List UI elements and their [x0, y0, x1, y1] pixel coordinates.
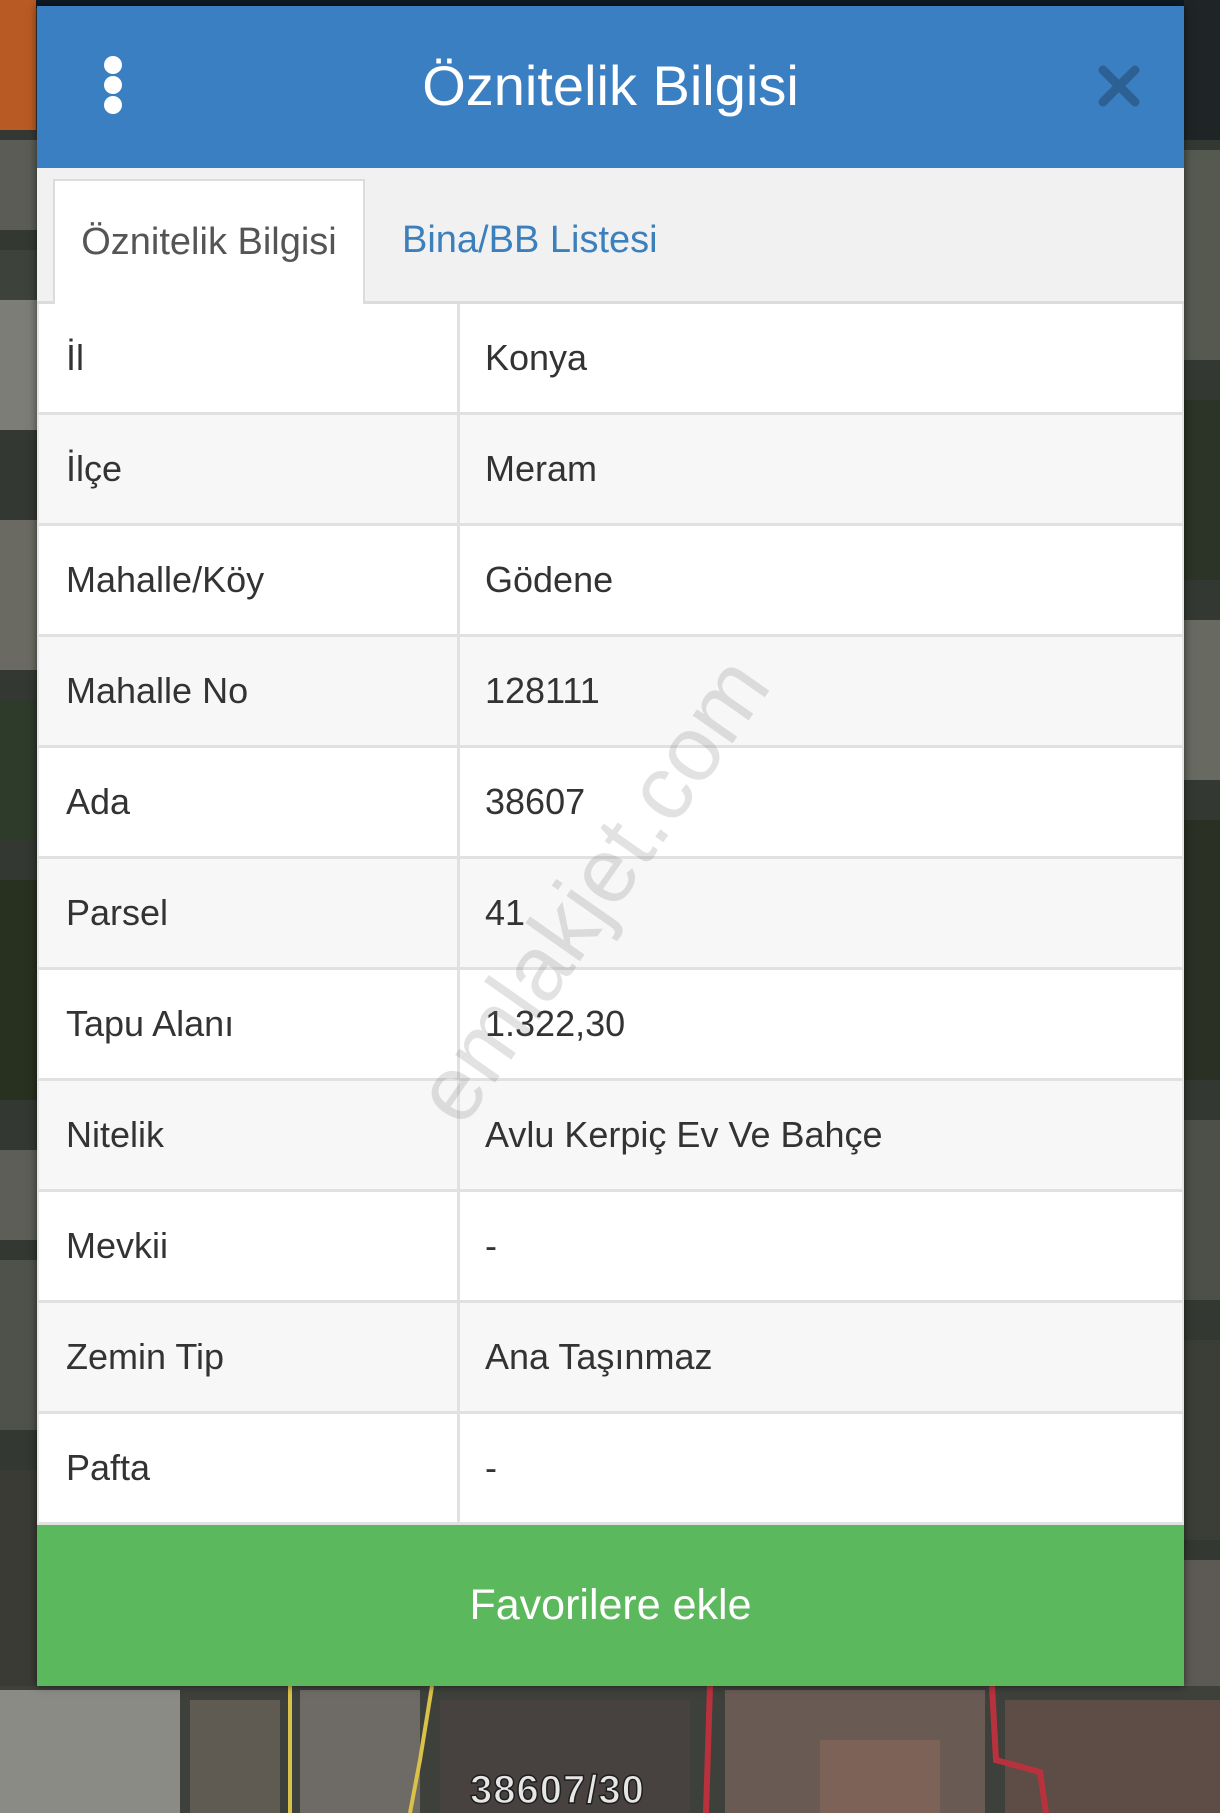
attribute-label: Parsel: [39, 859, 460, 967]
attribute-value: Konya: [485, 337, 588, 378]
table-row: Ada 38607: [37, 748, 1184, 859]
attribute-value: 41: [485, 892, 526, 933]
attribute-label: İl: [39, 304, 460, 412]
attribute-label: Pafta: [39, 1414, 460, 1522]
dialog-title: Öznitelik Bilgisi: [422, 54, 799, 117]
attribute-label: Ada: [39, 748, 460, 856]
attribute-label: Mevkii: [39, 1192, 460, 1300]
tab-bar: Öznitelik Bilgisi Bina/BB Listesi: [37, 168, 1184, 304]
table-row: İlçe Meram: [37, 415, 1184, 526]
table-row: Zemin Tip Ana Taşınmaz: [37, 1303, 1184, 1414]
table-row: Mahalle No 128111: [37, 637, 1184, 748]
attribute-table: İl Konya İlçe Meram Mahalle/Köy Gödene M…: [37, 304, 1184, 1525]
attribute-label: Mahalle No: [39, 637, 460, 745]
attribute-value: -: [485, 1447, 497, 1488]
table-row: Pafta -: [37, 1414, 1184, 1525]
attribute-label: Mahalle/Köy: [39, 526, 460, 634]
attribute-value: Gödene: [485, 559, 614, 600]
attribute-value: 1.322,30: [485, 1003, 626, 1044]
table-row: Parsel 41: [37, 859, 1184, 970]
attribute-label: İlçe: [39, 415, 460, 523]
attribute-label: Tapu Alanı: [39, 970, 460, 1078]
attribute-value: Avlu Kerpiç Ev Ve Bahçe: [485, 1114, 883, 1155]
table-row: Tapu Alanı 1.322,30: [37, 970, 1184, 1081]
attribute-value: Meram: [485, 448, 598, 489]
screen: 38607/30 Öznitelik Bilgisi Öznitelik Bil…: [0, 0, 1220, 1813]
close-icon: [1098, 65, 1140, 107]
table-row: İl Konya: [37, 304, 1184, 415]
table-row: Mevkii -: [37, 1192, 1184, 1303]
attribute-label: Nitelik: [39, 1081, 460, 1189]
attribute-value: Ana Taşınmaz: [485, 1336, 713, 1377]
attribute-value: 38607: [485, 781, 586, 822]
add-to-favorites-button[interactable]: Favorilere ekle: [37, 1525, 1184, 1686]
attribute-value: -: [485, 1225, 497, 1266]
table-row: Mahalle/Köy Gödene: [37, 526, 1184, 637]
tab-building-list[interactable]: Bina/BB Listesi: [365, 179, 658, 304]
attribute-info-dialog: Öznitelik Bilgisi Öznitelik Bilgisi Bina…: [37, 6, 1184, 1686]
close-button[interactable]: [1097, 64, 1141, 108]
map-parcel-label: 38607/30: [469, 1768, 645, 1812]
table-row: Nitelik Avlu Kerpiç Ev Ve Bahçe: [37, 1081, 1184, 1192]
tab-attribute-info[interactable]: Öznitelik Bilgisi: [53, 179, 365, 304]
dialog-header: Öznitelik Bilgisi: [37, 6, 1184, 168]
attribute-value: 128111: [485, 670, 600, 711]
attribute-label: Zemin Tip: [39, 1303, 460, 1411]
